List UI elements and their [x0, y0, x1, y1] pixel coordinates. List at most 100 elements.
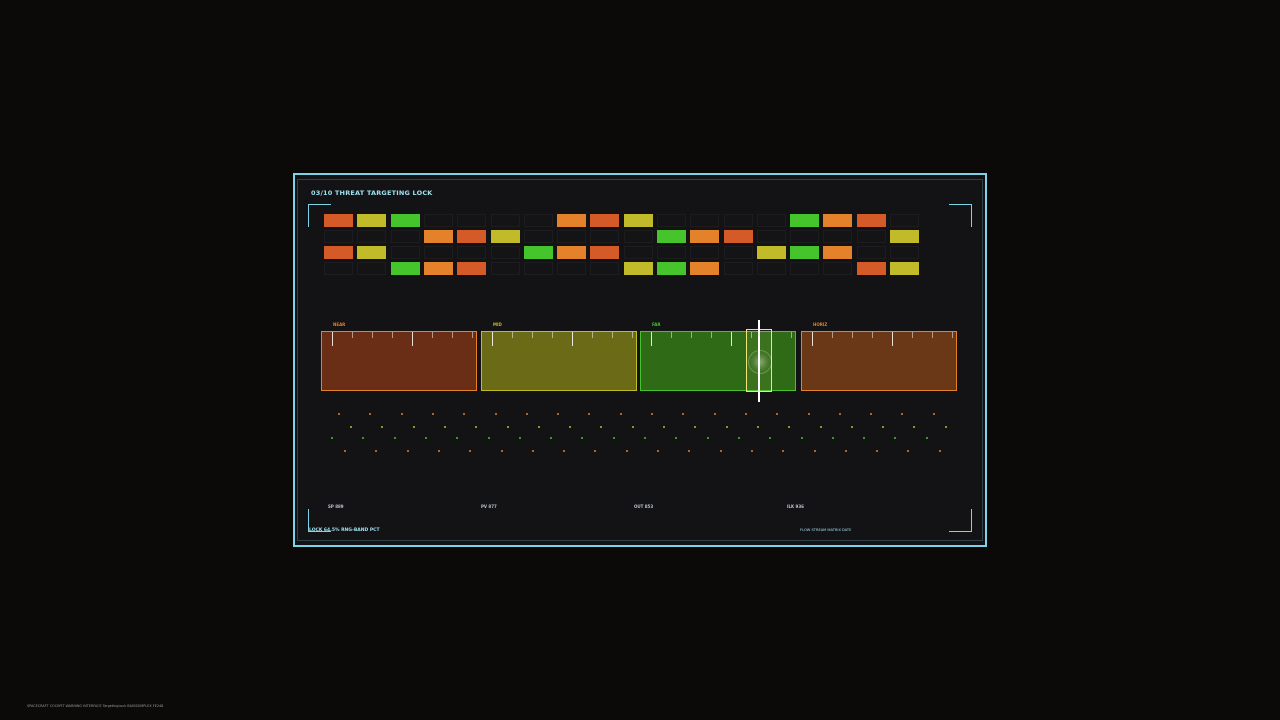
footer-flow-status: FLOW STREAM MATRIX DATE [800, 528, 852, 532]
grid-cell [357, 262, 386, 275]
band-tick [711, 332, 712, 338]
matrix-dot [751, 450, 753, 452]
matrix-dot [814, 450, 816, 452]
target-reticle-icon [748, 350, 772, 374]
page-caption: SPACECRAFT COCKPIT WARNING INTERFACE Tar… [27, 704, 164, 708]
matrix-dot [675, 437, 677, 439]
range-band-near [321, 331, 477, 391]
matrix-dot [331, 437, 333, 439]
matrix-dot [782, 450, 784, 452]
band-tick [912, 332, 913, 338]
range-band-label: HORIZ [813, 322, 828, 327]
matrix-dot [538, 426, 540, 428]
grid-cell [857, 246, 886, 259]
grid-cell [357, 246, 386, 259]
grid-cell [357, 230, 386, 243]
matrix-dot [495, 413, 497, 415]
matrix-dot [488, 437, 490, 439]
grid-cell [491, 214, 520, 227]
grid-cell [424, 214, 453, 227]
grid-cell [823, 262, 852, 275]
matrix-dot [757, 426, 759, 428]
matrix-dot [588, 413, 590, 415]
band-tick [952, 332, 953, 338]
grid-cell [724, 246, 753, 259]
corner-bracket-top-right [949, 204, 972, 227]
grid-cell [491, 246, 520, 259]
grid-cell [590, 230, 619, 243]
grid-cell [624, 262, 653, 275]
grid-cell [790, 230, 819, 243]
matrix-dot [945, 426, 947, 428]
matrix-dot [413, 426, 415, 428]
matrix-dot [532, 450, 534, 452]
grid-cell [790, 246, 819, 259]
matrix-dot [444, 426, 446, 428]
matrix-dot [851, 426, 853, 428]
band-tick [812, 332, 813, 346]
matrix-dot [581, 437, 583, 439]
footer-lock-status: LOCK 64.5% RNG-BAND PCT [309, 528, 380, 533]
matrix-dot [769, 437, 771, 439]
matrix-dot [720, 450, 722, 452]
grid-cell [757, 214, 786, 227]
band-tick [612, 332, 613, 338]
matrix-dot [594, 450, 596, 452]
grid-cell [424, 262, 453, 275]
matrix-dot [651, 413, 653, 415]
grid-cell [790, 262, 819, 275]
range-band-far [640, 331, 796, 391]
grid-cell [457, 246, 486, 259]
grid-cell [657, 230, 686, 243]
grid-cell [890, 230, 919, 243]
readout-pv: PV 877 [481, 504, 497, 509]
matrix-dot [707, 437, 709, 439]
grid-cell [890, 246, 919, 259]
grid-cell [590, 246, 619, 259]
matrix-dot [569, 426, 571, 428]
matrix-dot [438, 450, 440, 452]
grid-cell [724, 214, 753, 227]
grid-cell [324, 246, 353, 259]
matrix-dot [344, 450, 346, 452]
matrix-dot [933, 413, 935, 415]
grid-cell [557, 214, 586, 227]
band-tick [332, 332, 333, 346]
grid-cell [491, 262, 520, 275]
matrix-dot [808, 413, 810, 415]
matrix-dot [726, 426, 728, 428]
grid-cell [857, 230, 886, 243]
matrix-dot [913, 426, 915, 428]
matrix-dot [894, 437, 896, 439]
band-tick [372, 332, 373, 338]
matrix-dot [381, 426, 383, 428]
grid-cell [391, 214, 420, 227]
matrix-dot [550, 437, 552, 439]
readout-sp: SP 889 [328, 504, 344, 509]
grid-cell [657, 214, 686, 227]
targeting-lock-panel: 03/10 THREAT TARGETING LOCK NEAR MID FAR HO… [293, 173, 987, 547]
matrix-dot [663, 426, 665, 428]
matrix-dot [626, 450, 628, 452]
matrix-dot [456, 437, 458, 439]
grid-cell [357, 214, 386, 227]
matrix-dot [620, 413, 622, 415]
grid-cell [790, 214, 819, 227]
grid-cell [624, 214, 653, 227]
band-tick [352, 332, 353, 338]
band-tick [532, 332, 533, 338]
band-tick [892, 332, 893, 346]
matrix-dot [557, 413, 559, 415]
grid-cell [823, 230, 852, 243]
band-tick [651, 332, 652, 346]
band-tick [412, 332, 413, 346]
matrix-dot [845, 450, 847, 452]
matrix-dot [876, 450, 878, 452]
grid-cell [457, 230, 486, 243]
matrix-dot [882, 426, 884, 428]
matrix-dot [338, 413, 340, 415]
grid-cell [457, 262, 486, 275]
range-band-horiz [801, 331, 957, 391]
matrix-dot [863, 437, 865, 439]
matrix-dot [907, 450, 909, 452]
